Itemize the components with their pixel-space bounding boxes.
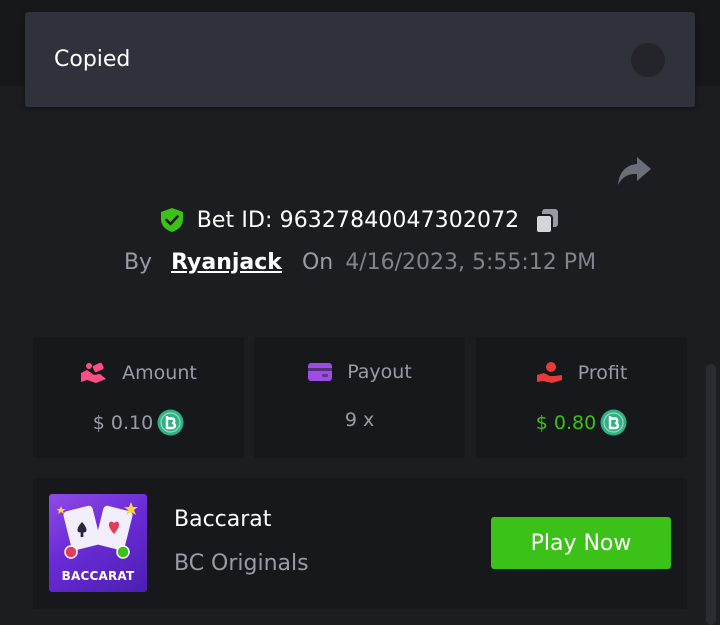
- amount-value: $ 0.10: [92, 411, 154, 434]
- copy-icon[interactable]: [533, 207, 561, 235]
- on-label: On: [301, 249, 334, 275]
- bet-author-row: By Ryanjack On 4/16/2023, 5:55:12 PM: [0, 246, 720, 278]
- profit-value: $ 0.80: [535, 411, 597, 434]
- bet-id: Bet ID: 96327840047302072: [196, 207, 520, 233]
- stat-payout: Payout 9 x: [254, 337, 465, 458]
- toast-message: Copied: [54, 47, 131, 72]
- verified-shield-icon: [160, 208, 183, 232]
- bc-coin-icon: [157, 409, 184, 436]
- bet-stats: Amount $ 0.10 Payout 9 x Profit $ 0.80: [33, 337, 687, 458]
- by-label: By: [123, 249, 153, 275]
- toast-close-button[interactable]: [631, 42, 665, 77]
- baccarat-thumbnail[interactable]: BACCARAT: [49, 494, 147, 592]
- hand-money-icon: [536, 362, 562, 383]
- hand-coins-icon: [81, 362, 107, 383]
- stat-label: Payout: [347, 361, 412, 383]
- bc-coin-icon: [600, 409, 627, 436]
- scrollbar[interactable]: [706, 364, 716, 625]
- payout-value: 9 x: [344, 409, 375, 431]
- copied-toast: Copied: [25, 12, 695, 107]
- stat-label: Amount: [122, 362, 197, 384]
- play-now-button[interactable]: Play Now: [491, 517, 671, 569]
- share-button[interactable]: [615, 154, 653, 188]
- stat-amount: Amount $ 0.10: [33, 337, 244, 458]
- bet-timestamp: 4/16/2023, 5:55:12 PM: [345, 249, 597, 275]
- username-link[interactable]: Ryanjack: [171, 250, 282, 275]
- bet-id-row: Bet ID: 96327840047302072: [0, 202, 720, 238]
- stat-profit: Profit $ 0.80: [476, 337, 687, 458]
- game-provider: BC Originals: [174, 551, 309, 576]
- wallet-card-icon: [308, 363, 333, 381]
- game-card: BACCARAT Baccarat BC Originals Play Now: [33, 478, 687, 609]
- game-title: Baccarat: [174, 507, 272, 532]
- share-arrow-icon: [618, 157, 651, 185]
- stat-label: Profit: [577, 362, 628, 384]
- playing-cards-icon: [56, 502, 138, 559]
- thumbnail-text: BACCARAT: [61, 569, 135, 583]
